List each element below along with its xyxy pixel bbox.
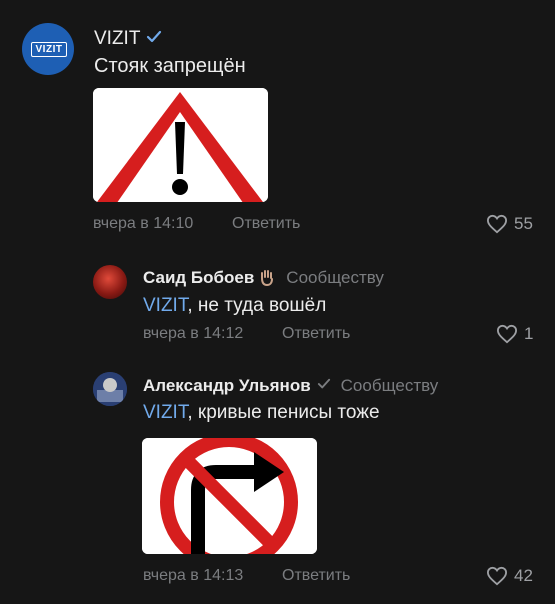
hand-icon xyxy=(259,269,275,287)
comment-target: Сообществу xyxy=(340,376,439,395)
comment-time: вчера в 14:13 xyxy=(143,567,244,584)
comment-reply-button[interactable]: Ответить xyxy=(282,567,350,585)
warning-triangle-sign-icon xyxy=(93,88,268,202)
no-right-turn-sign-icon xyxy=(142,438,317,554)
comment-author[interactable]: Александр Ульянов xyxy=(143,376,311,396)
comment-target: Сообществу xyxy=(286,268,384,287)
comment-like-button[interactable]: 1 xyxy=(496,324,533,344)
post-author[interactable]: VIZIT xyxy=(94,28,140,50)
comment-author[interactable]: Саид Бобоев xyxy=(143,268,254,288)
mention-link[interactable]: VIZIT xyxy=(143,402,187,423)
mention-link[interactable]: VIZIT xyxy=(143,295,187,316)
heart-icon xyxy=(486,214,508,234)
post-like-count: 55 xyxy=(514,214,533,233)
post-like-button[interactable]: 55 xyxy=(486,214,533,234)
comment-like-button[interactable]: 42 xyxy=(486,566,533,586)
post-text: Стояк запрещён xyxy=(94,55,246,77)
heart-icon xyxy=(486,566,508,586)
verified-icon xyxy=(146,30,162,49)
comment-avatar[interactable] xyxy=(93,372,127,406)
comment-like-count: 1 xyxy=(524,324,534,343)
comment-text: , кривые пенисы тоже xyxy=(187,402,380,423)
comment-image[interactable] xyxy=(142,438,317,554)
comment-reply-button[interactable]: Ответить xyxy=(282,325,350,343)
avatar-label: VIZIT xyxy=(31,42,67,57)
checkmark-icon xyxy=(317,377,331,395)
post-avatar[interactable]: VIZIT xyxy=(22,23,74,75)
post-reply-button[interactable]: Ответить xyxy=(232,215,300,233)
comment-avatar[interactable] xyxy=(93,265,127,299)
comment-text: , не туда вошёл xyxy=(187,295,327,316)
comment-like-count: 42 xyxy=(514,566,533,585)
comment-time: вчера в 14:12 xyxy=(143,325,244,342)
post-time: вчера в 14:10 xyxy=(93,215,194,232)
post-image[interactable] xyxy=(93,88,268,202)
heart-icon xyxy=(496,324,518,344)
